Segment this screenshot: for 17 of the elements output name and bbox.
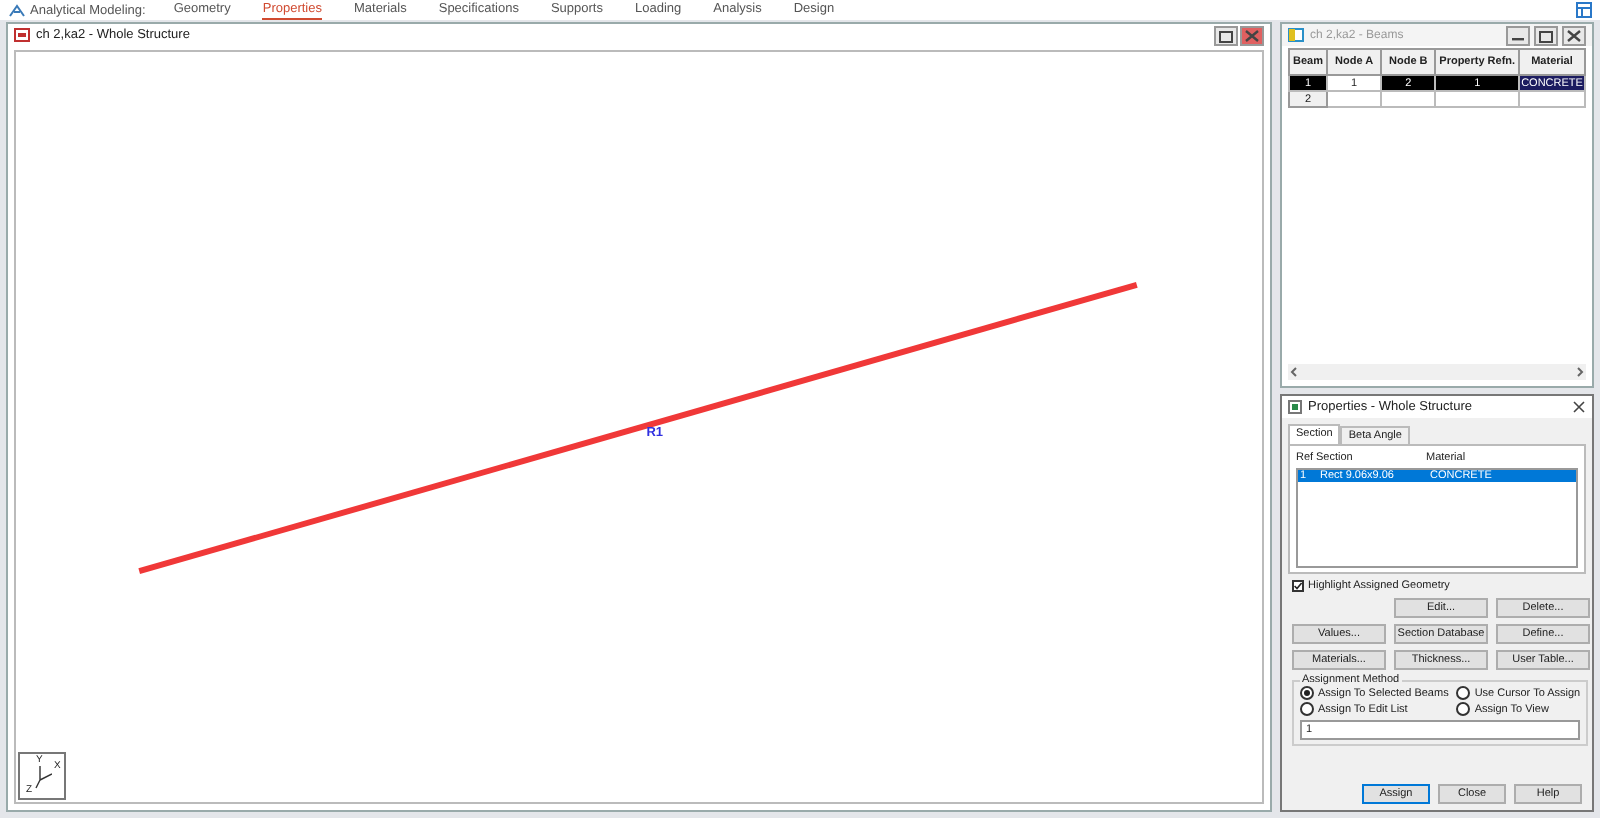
structure-icon bbox=[8, 3, 26, 17]
axis-icon bbox=[34, 766, 52, 790]
close-button[interactable] bbox=[1240, 25, 1264, 45]
layout-icon[interactable] bbox=[1576, 2, 1592, 18]
radio-button[interactable] bbox=[1456, 702, 1471, 716]
maximize-button[interactable] bbox=[1214, 25, 1238, 45]
radio-button[interactable] bbox=[1300, 702, 1314, 716]
radio-button[interactable] bbox=[1456, 686, 1471, 700]
scroll-bar[interactable] bbox=[1288, 364, 1586, 380]
radio-button[interactable] bbox=[1300, 686, 1314, 700]
checkbox[interactable] bbox=[1292, 580, 1304, 592]
beam-line[interactable] bbox=[138, 281, 1138, 575]
close-icon[interactable] bbox=[1572, 400, 1586, 414]
minimize-button[interactable] bbox=[1506, 25, 1530, 45]
close-button[interactable] bbox=[1562, 25, 1586, 45]
window-icon bbox=[14, 28, 30, 42]
maximize-button[interactable] bbox=[1534, 25, 1558, 45]
